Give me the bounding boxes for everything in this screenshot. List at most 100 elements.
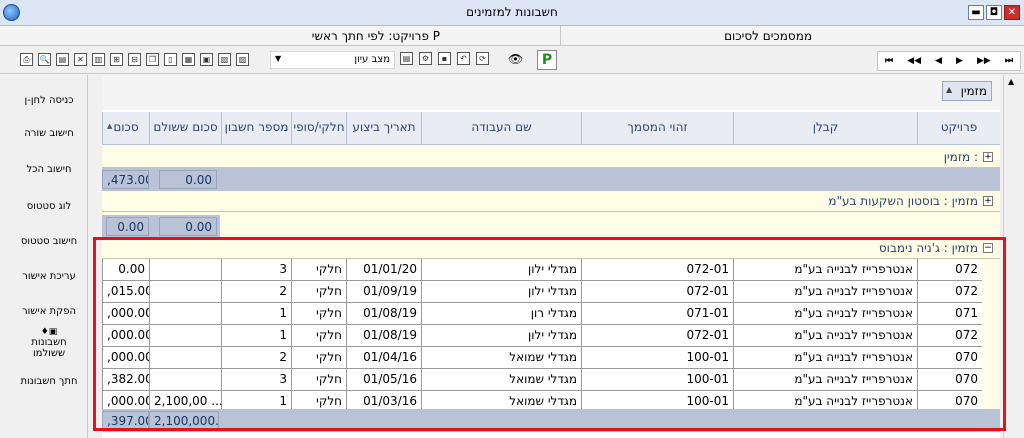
column-work-name[interactable]: שם העבודה [421, 112, 581, 145]
column-amount[interactable]: סכום ▲ [102, 112, 149, 145]
cell-date[interactable]: 01/05/16 [346, 369, 421, 391]
cell-date[interactable]: 01/04/16 [346, 347, 421, 369]
cell-type[interactable]: חלקי [291, 281, 346, 303]
excel-icon[interactable]: ✕ [74, 53, 87, 66]
table-row[interactable]: ,000.00 2 חלקי 01/04/16 מגדלי שמואל 100-01 אנט… [102, 347, 982, 369]
prev-page-icon[interactable]: ◀◀ [907, 56, 921, 66]
column-contractor[interactable]: קבלן [733, 112, 917, 145]
cell-amount[interactable]: ,000.00 [102, 325, 149, 347]
cell-paid[interactable] [149, 259, 221, 281]
next-record-icon[interactable]: ▶ [956, 56, 963, 66]
sidebar-item-issue-approval[interactable]: הפקת אישור [14, 306, 84, 317]
group-row[interactable]: מזמין : ג'ניה נימבוס − [102, 238, 1000, 259]
cell-project[interactable]: 072 [917, 325, 982, 347]
group-row[interactable]: מזמין : + [102, 147, 1000, 168]
expand-icon[interactable]: + [983, 196, 993, 206]
cell-doc[interactable]: 072-01 [581, 281, 733, 303]
collapse-icon[interactable]: − [983, 243, 993, 253]
find-icon[interactable]: 👁 [508, 52, 523, 66]
sidebar-item-enter[interactable]: כניסה לחן-ן [14, 95, 84, 106]
sidebar-item-calc-status[interactable]: חישוב סטטוס [14, 236, 84, 247]
group-icon[interactable]: ⊟ [128, 53, 141, 66]
cell-type[interactable]: חלקי [291, 325, 346, 347]
cell-date[interactable]: 01/09/19 [346, 281, 421, 303]
cell-work[interactable]: מגדלי ילון [421, 281, 581, 303]
new-doc-icon[interactable]: ▯ [164, 53, 177, 66]
settings-icon[interactable]: ⚙ [419, 52, 432, 65]
expand-icon[interactable]: + [983, 152, 993, 162]
cell-project[interactable]: 070 [917, 369, 982, 391]
cell-doc[interactable]: 072-01 [581, 259, 733, 281]
last-record-icon[interactable]: ⏭ [1005, 56, 1013, 66]
cell-work[interactable]: מגדלי שמואל [421, 347, 581, 369]
sidebar-item-calc-row[interactable]: חישוב שורה [14, 128, 84, 139]
cell-contractor[interactable]: אנטרפרייז לבנייה בע"מ [733, 259, 917, 281]
sidebar-item-paid-invoices[interactable]: ♦▣ חשבונות ששולמו [14, 327, 84, 359]
cell-work[interactable]: מגדלי ילון [421, 325, 581, 347]
sidebar-item-edit-approval[interactable]: עריכת אישור [14, 271, 84, 282]
cell-amount[interactable]: ,000.00 [102, 303, 149, 325]
cell-date[interactable]: 01/01/20 [346, 259, 421, 281]
cell-contractor[interactable]: אנטרפרייז לבנייה בע"מ [733, 303, 917, 325]
tree-icon[interactable]: ⊞ [110, 53, 123, 66]
cell-invoice[interactable]: 3 [221, 259, 291, 281]
refresh-icon[interactable]: ⟳ [476, 52, 489, 65]
cell-type[interactable]: חלקי [291, 347, 346, 369]
cell-project[interactable]: 072 [917, 259, 982, 281]
cell-amount[interactable]: ,015.00 [102, 281, 149, 303]
cell-amount[interactable]: 0.00 [102, 259, 149, 281]
cell-paid[interactable] [149, 369, 221, 391]
cell-project[interactable]: 072 [917, 281, 982, 303]
details-icon[interactable]: ▤ [400, 52, 413, 65]
cell-contractor[interactable]: אנטרפרייז לבנייה בע"מ [733, 369, 917, 391]
cell-paid[interactable] [149, 347, 221, 369]
cell-date[interactable]: 01/08/19 [346, 303, 421, 325]
cell-doc[interactable]: 100-01 [581, 369, 733, 391]
view-mode-select[interactable]: ▼ מצב עיון [270, 51, 395, 69]
table-row[interactable]: ,000.00 1 חלקי 01/08/19 מגדלי ילון 072-01 אנטר… [102, 325, 982, 347]
form-icon[interactable]: ▨ [236, 53, 249, 66]
cell-doc[interactable]: 071-01 [581, 303, 733, 325]
table-row[interactable]: ,382.00 3 חלקי 01/05/16 מגדלי שמואל 100-01 אנט… [102, 369, 982, 391]
cell-work[interactable]: מגדלי ילון [421, 259, 581, 281]
cell-amount[interactable]: ,382.00 [102, 369, 149, 391]
cell-date[interactable]: 01/08/19 [346, 325, 421, 347]
print-preview-icon[interactable]: 🔍 [38, 53, 51, 66]
restore-button[interactable]: ◘ [986, 5, 1002, 20]
table-row[interactable]: 0.00 3 חלקי 01/01/20 מגדלי ילון 072-01 אנטרפרי… [102, 259, 982, 281]
column-partial-final[interactable]: חלקי/סופי [291, 112, 346, 145]
minimize-button[interactable]: ▬ [968, 5, 984, 20]
sidebar-item-invoice-slice[interactable]: חתך חשבונות [14, 376, 84, 387]
cell-contractor[interactable]: אנטרפרייז לבנייה בע"מ [733, 325, 917, 347]
layout-icon[interactable]: ▧ [218, 53, 231, 66]
next-page-icon[interactable]: ▶▶ [977, 56, 991, 66]
grid-icon[interactable]: ▣ [200, 53, 213, 66]
columns-icon[interactable]: ▥ [92, 53, 105, 66]
cell-contractor[interactable]: אנטרפרייז לבנייה בע"מ [733, 347, 917, 369]
cell-project[interactable]: 071 [917, 303, 982, 325]
cell-paid[interactable] [149, 303, 221, 325]
cell-type[interactable]: חלקי [291, 303, 346, 325]
cell-doc[interactable]: 100-01 [581, 347, 733, 369]
cell-invoice[interactable]: 1 [221, 325, 291, 347]
cell-invoice[interactable]: 1 [221, 303, 291, 325]
close-button[interactable]: ✕ [1004, 5, 1020, 20]
column-paid[interactable]: סכום ששולם [149, 112, 221, 145]
group-chip[interactable]: ▲ מזמין [942, 81, 992, 101]
save-icon[interactable]: ▪ [438, 52, 451, 65]
cell-paid[interactable] [149, 281, 221, 303]
export-icon[interactable]: ▤ [56, 53, 69, 66]
scroll-up-icon[interactable]: ▲ [1008, 77, 1014, 86]
sidebar-item-status-log[interactable]: לוג סטטוס [14, 201, 84, 212]
table-row[interactable]: ,015.00 2 חלקי 01/09/19 מגדלי ילון 072-01 אנטר… [102, 281, 982, 303]
prev-record-icon[interactable]: ◀ [935, 56, 942, 66]
cell-doc[interactable]: 072-01 [581, 325, 733, 347]
cell-amount[interactable]: ,000.00 [102, 347, 149, 369]
column-exec-date[interactable]: תאריך ביצוע [346, 112, 421, 145]
column-invoice-no[interactable]: מספר חשבון [221, 112, 291, 145]
filter-icon[interactable]: ▦ [182, 53, 195, 66]
copy-icon[interactable]: ❐ [146, 53, 159, 66]
cell-type[interactable]: חלקי [291, 259, 346, 281]
group-row[interactable]: מזמין : בוסטון השקעות בע"מ + [102, 191, 1000, 212]
vertical-scrollbar[interactable]: ▲ [1003, 75, 1020, 438]
